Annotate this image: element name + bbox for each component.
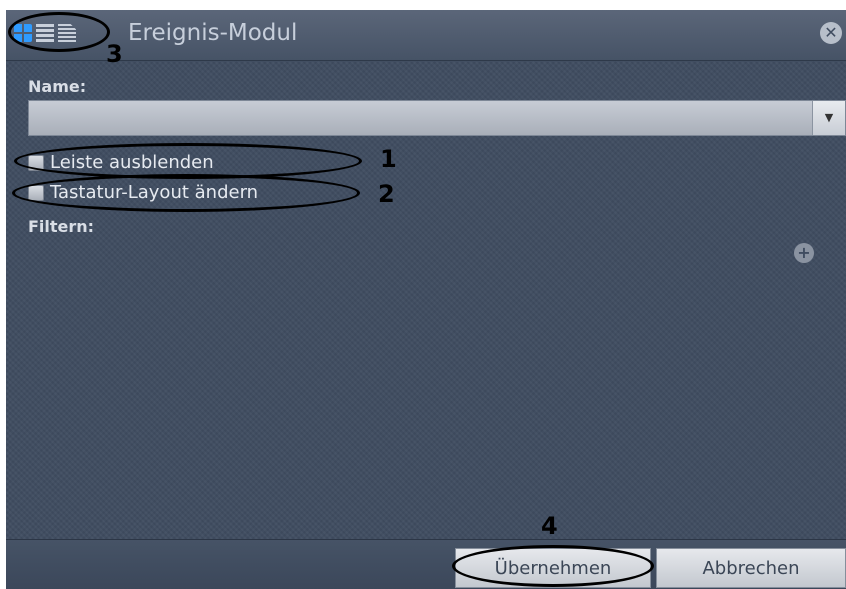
title-bar: Ereignis-Modul ✕ xyxy=(6,10,846,61)
annotation-ellipse-2 xyxy=(12,174,360,212)
annotation-number-3: 3 xyxy=(106,40,123,68)
footer-bar: Übernehmen Abbrechen xyxy=(6,539,846,589)
chevron-down-icon[interactable]: ▼ xyxy=(812,101,845,135)
cancel-button[interactable]: Abbrechen xyxy=(656,548,846,588)
annotation-number-1: 1 xyxy=(380,145,397,173)
annotation-ellipse-4 xyxy=(452,545,654,587)
annotation-number-2: 2 xyxy=(378,180,395,208)
event-module-dialog: Ereignis-Modul ✕ Name: ▼ Leiste ausblend… xyxy=(6,10,846,589)
window-title: Ereignis-Modul xyxy=(128,20,298,46)
name-label: Name: xyxy=(28,77,87,96)
annotation-number-4: 4 xyxy=(541,512,558,540)
annotation-ellipse-3 xyxy=(8,12,110,52)
filter-label: Filtern: xyxy=(28,217,95,236)
add-filter-icon[interactable]: + xyxy=(794,243,814,263)
name-dropdown[interactable]: ▼ xyxy=(28,100,846,136)
close-icon[interactable]: ✕ xyxy=(820,22,842,44)
